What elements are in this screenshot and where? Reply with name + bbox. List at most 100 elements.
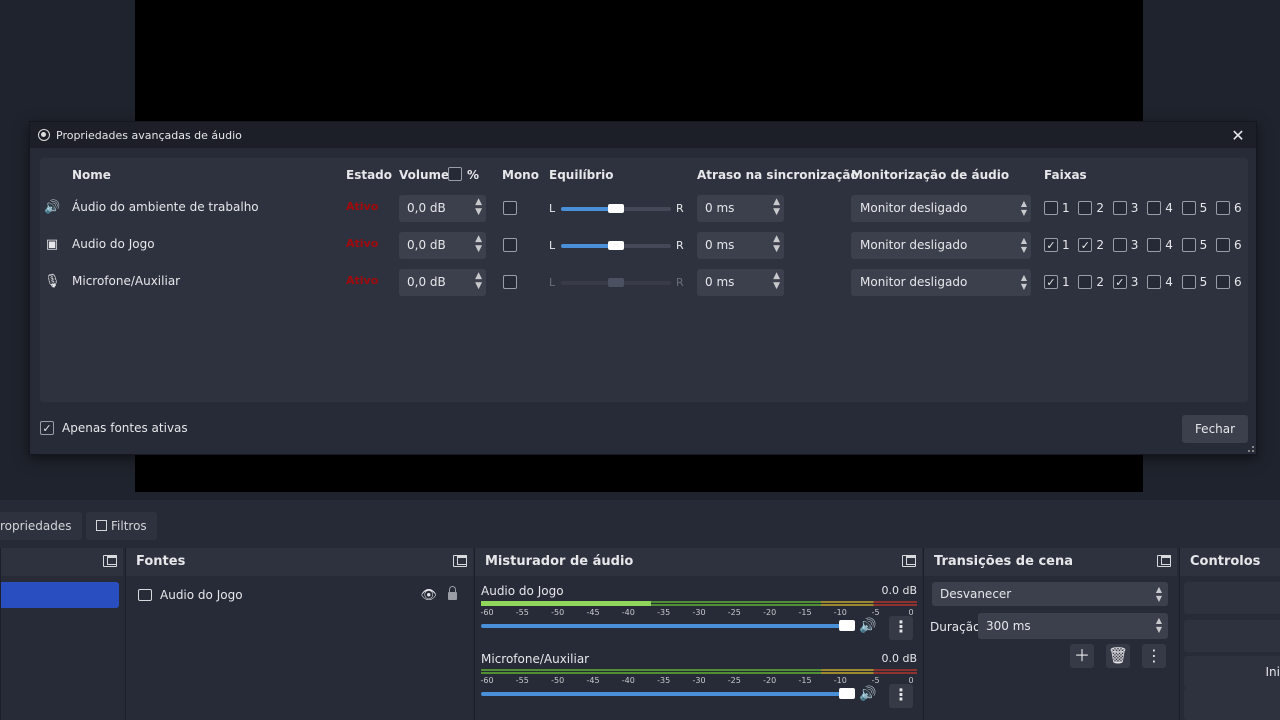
track-6[interactable]: 6 xyxy=(1216,238,1242,252)
mono-checkbox[interactable] xyxy=(503,201,517,215)
mute-speaker-icon[interactable]: 🔊 xyxy=(859,618,876,634)
resize-grip[interactable] xyxy=(1248,446,1254,452)
track-2[interactable]: 2 xyxy=(1078,201,1104,215)
track-checkbox[interactable] xyxy=(1078,275,1093,289)
updown-icon[interactable]: ▲ ▼ xyxy=(773,197,780,217)
properties-button[interactable]: ropriedades xyxy=(0,512,82,540)
monitoring-select[interactable]: Monitor desligado ▲ ▼ xyxy=(851,195,1031,222)
track-4[interactable]: 4 xyxy=(1147,275,1173,289)
track-checkbox[interactable] xyxy=(1181,275,1196,289)
track-checkbox[interactable] xyxy=(1112,275,1127,289)
track-6[interactable]: 6 xyxy=(1216,201,1242,215)
updown-icon[interactable]: ▲ ▼ xyxy=(773,234,780,254)
monitoring-select[interactable]: Monitor desligado ▲ ▼ xyxy=(851,269,1031,296)
undock-icon[interactable] xyxy=(1157,555,1171,567)
balance-handle[interactable] xyxy=(608,204,624,213)
track-4[interactable]: 4 xyxy=(1147,201,1173,215)
transition-menu-button[interactable]: ⋮ xyxy=(1142,644,1166,668)
track-2[interactable]: 2 xyxy=(1078,238,1104,252)
volume-percent-toggle[interactable] xyxy=(448,167,462,184)
track-checkbox[interactable] xyxy=(1078,238,1093,252)
updown-icon[interactable]: ▲ ▼ xyxy=(475,234,482,254)
add-transition-button[interactable]: ＋ xyxy=(1070,644,1094,668)
track-6[interactable]: 6 xyxy=(1216,275,1242,289)
track-3[interactable]: 3 xyxy=(1112,238,1138,252)
undock-icon[interactable] xyxy=(902,555,916,567)
close-button[interactable]: Fechar xyxy=(1182,415,1248,443)
controls-button-1[interactable] xyxy=(1184,582,1280,614)
balance-slider[interactable] xyxy=(561,241,671,250)
track-1[interactable]: 1 xyxy=(1044,238,1070,252)
monitoring-select[interactable]: Monitor desligado ▲ ▼ xyxy=(851,232,1031,259)
track-2[interactable]: 2 xyxy=(1078,275,1104,289)
track-checkbox[interactable] xyxy=(1216,275,1230,289)
track-checkbox[interactable] xyxy=(1044,238,1058,252)
sync-offset-spinbox[interactable]: 0 ms ▲ ▼ xyxy=(697,232,784,259)
track-checkbox[interactable] xyxy=(1078,201,1093,215)
track-5[interactable]: 5 xyxy=(1181,201,1208,215)
controls-button-4[interactable] xyxy=(1184,688,1280,720)
track-3[interactable]: 3 xyxy=(1112,275,1138,289)
undock-icon[interactable] xyxy=(453,555,467,567)
source-item[interactable]: Audio do Jogo 👁 xyxy=(134,584,465,606)
track-checkbox[interactable] xyxy=(1044,275,1058,289)
filters-button[interactable]: Filtros xyxy=(86,512,157,540)
track-1[interactable]: 1 xyxy=(1044,275,1070,289)
scene-item-selected[interactable] xyxy=(1,582,119,608)
undock-icon[interactable] xyxy=(103,555,117,567)
mute-speaker-icon[interactable]: 🔊 xyxy=(859,686,876,702)
updown-icon[interactable]: ▲ ▼ xyxy=(475,271,482,291)
volume-slider-handle[interactable] xyxy=(839,688,855,699)
track-3[interactable]: 3 xyxy=(1112,201,1138,215)
track-checkbox[interactable] xyxy=(1181,201,1196,215)
balance-handle[interactable] xyxy=(608,278,624,287)
mono-checkbox[interactable] xyxy=(503,275,517,289)
balance-handle[interactable] xyxy=(608,241,624,250)
meter-tick-label: -35 xyxy=(657,676,671,685)
mixer-dock-header: Misturador de áudio xyxy=(475,548,922,576)
track-checkbox[interactable] xyxy=(1112,238,1127,252)
controls-button-3[interactable]: Ini xyxy=(1184,656,1280,688)
volume-spinbox[interactable]: 0,0 dB ▲ ▼ xyxy=(399,232,486,259)
track-checkbox[interactable] xyxy=(1181,238,1196,252)
only-active-sources[interactable]: Apenas fontes ativas xyxy=(40,421,188,435)
audio-sources-table: Nome Estado Volume % Mono Equilíbrio Atr… xyxy=(40,158,1248,402)
updown-icon[interactable]: ▲ ▼ xyxy=(1156,616,1162,634)
duration-spinbox[interactable]: 300 ms ▲ ▼ xyxy=(978,613,1168,639)
only-active-checkbox[interactable] xyxy=(40,421,54,435)
updown-icon[interactable]: ▲ ▼ xyxy=(475,197,482,217)
close-icon[interactable]: ✕ xyxy=(1228,126,1248,145)
track-4[interactable]: 4 xyxy=(1147,238,1173,252)
track-checkbox[interactable] xyxy=(1044,201,1058,215)
channel-menu-button[interactable]: ⋮ xyxy=(889,684,913,708)
balance-slider[interactable] xyxy=(561,278,671,287)
mono-checkbox[interactable] xyxy=(503,238,517,252)
lock-icon[interactable] xyxy=(448,586,457,600)
track-5[interactable]: 5 xyxy=(1181,275,1207,289)
track-checkbox[interactable] xyxy=(1147,275,1162,289)
volume-spinbox[interactable]: 0,0 dB ▲ ▼ xyxy=(399,269,486,296)
sync-offset-spinbox[interactable]: 0 ms ▲ ▼ xyxy=(697,195,784,222)
meter-tick-label: -55 xyxy=(515,608,529,617)
track-5[interactable]: 5 xyxy=(1181,238,1207,252)
volume-slider[interactable] xyxy=(481,692,853,696)
volume-slider[interactable] xyxy=(481,624,853,628)
track-checkbox[interactable] xyxy=(1216,238,1230,252)
channel-menu-button[interactable]: ⋮ xyxy=(889,616,913,640)
track-label: 5 xyxy=(1199,201,1208,215)
track-checkbox[interactable] xyxy=(1112,201,1127,215)
track-checkbox[interactable] xyxy=(1147,238,1162,252)
track-checkbox[interactable] xyxy=(1216,201,1230,215)
sync-offset-spinbox[interactable]: 0 ms ▲ ▼ xyxy=(697,269,784,296)
volume-spinbox[interactable]: 0,0 dB ▲ ▼ xyxy=(399,195,486,222)
visibility-eye-icon[interactable]: 👁 xyxy=(420,588,437,603)
meter-tick-label: -30 xyxy=(692,676,706,685)
transition-select[interactable]: Desvanecer ▲ ▼ xyxy=(932,582,1168,606)
updown-icon[interactable]: ▲ ▼ xyxy=(773,271,780,291)
remove-transition-button[interactable]: 🗑 xyxy=(1106,644,1130,668)
volume-slider-handle[interactable] xyxy=(839,620,855,631)
track-checkbox[interactable] xyxy=(1147,201,1162,215)
controls-button-2[interactable] xyxy=(1184,620,1280,652)
track-1[interactable]: 1 xyxy=(1044,201,1070,215)
balance-slider[interactable] xyxy=(561,204,671,213)
